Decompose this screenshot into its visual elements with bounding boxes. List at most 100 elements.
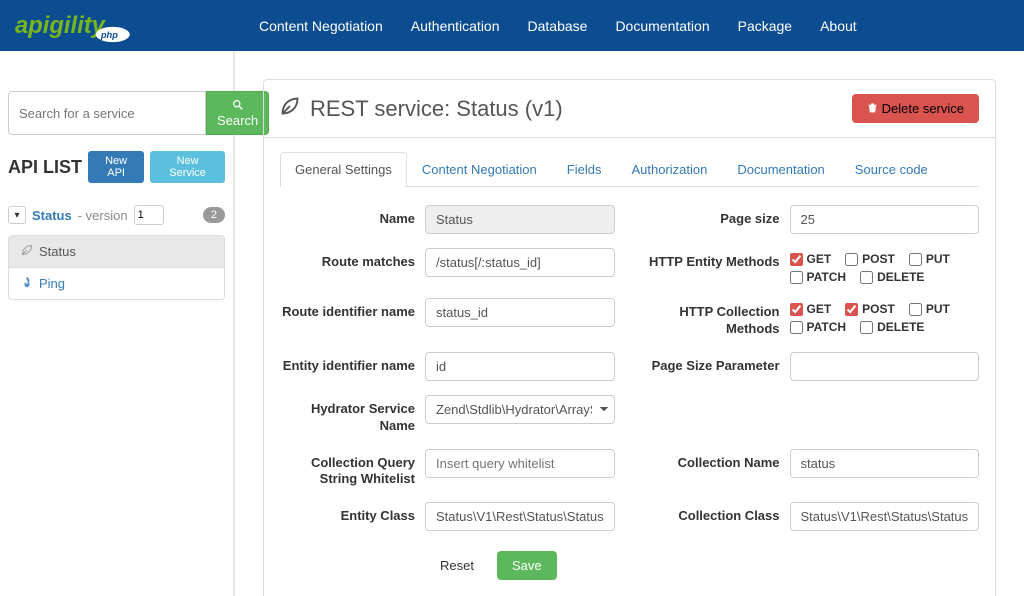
page-size-label: Page size (645, 205, 780, 228)
collection-post[interactable]: POST (845, 302, 895, 316)
entity-put-checkbox[interactable] (909, 253, 922, 266)
collection-put-checkbox[interactable] (909, 303, 922, 316)
collection-post-checkbox[interactable] (845, 303, 858, 316)
row-http-entity: HTTP Entity Methods GET POST PUT PATCH D… (645, 248, 980, 284)
entity-post[interactable]: POST (845, 252, 895, 266)
entity-patch[interactable]: PATCH (790, 270, 847, 284)
cq-whitelist-field[interactable] (425, 449, 615, 478)
apilist-title: API LIST (8, 157, 82, 178)
http-collection-checkboxes: GET POST PUT PATCH DELETE (790, 298, 980, 334)
collection-patch[interactable]: PATCH (790, 320, 847, 334)
entity-get-checkbox[interactable] (790, 253, 803, 266)
form-buttons-row: Reset Save (280, 545, 615, 580)
sidebar-item-ping[interactable]: Ping (9, 267, 224, 299)
entity-class-label: Entity Class (280, 502, 415, 525)
collection-put[interactable]: PUT (909, 302, 950, 316)
sidebar-item-label: Ping (39, 276, 65, 291)
tabs: General Settings Content Negotiation Fie… (280, 152, 979, 187)
route-matches-label: Route matches (280, 248, 415, 271)
entity-post-checkbox[interactable] (845, 253, 858, 266)
row-page-size: Page size (645, 205, 980, 234)
nav-package[interactable]: Package (724, 3, 806, 49)
collection-name-label: Collection Name (645, 449, 780, 472)
service-count-badge: 2 (203, 207, 225, 223)
search-row: Search (8, 91, 225, 135)
panel-body: General Settings Content Negotiation Fie… (264, 138, 995, 596)
svg-text:apigility: apigility (15, 11, 107, 38)
trash-icon (867, 101, 882, 116)
entity-delete-checkbox[interactable] (860, 271, 873, 284)
nav-about[interactable]: About (806, 3, 871, 49)
new-api-button[interactable]: New API (88, 151, 144, 183)
name-label: Name (280, 205, 415, 228)
http-collection-label: HTTP Collection Methods (645, 298, 780, 338)
entity-id-field[interactable] (425, 352, 615, 381)
collection-class-label: Collection Class (645, 502, 780, 525)
method-label: POST (862, 302, 895, 316)
collection-name-field[interactable] (790, 449, 980, 478)
svg-text:php: php (100, 29, 118, 39)
panel-title: REST service: Status (v1) (280, 96, 563, 122)
route-matches-field[interactable] (425, 248, 615, 277)
name-field[interactable] (425, 205, 615, 234)
method-label: PATCH (807, 270, 847, 284)
collection-get[interactable]: GET (790, 302, 832, 316)
nav-database[interactable]: Database (514, 3, 602, 49)
row-entity-class: Entity Class (280, 502, 615, 531)
route-id-field[interactable] (425, 298, 615, 327)
delete-service-button[interactable]: Delete service (852, 94, 979, 123)
method-label: DELETE (877, 270, 924, 284)
entity-class-field[interactable] (425, 502, 615, 531)
reset-button[interactable]: Reset (425, 551, 489, 580)
page-size-param-label: Page Size Parameter (645, 352, 780, 375)
hydrator-label: Hydrator Service Name (280, 395, 415, 435)
brand-logo[interactable]: apigility php (15, 9, 185, 43)
fire-icon (21, 276, 33, 291)
nav-documentation[interactable]: Documentation (601, 3, 723, 49)
sidebar-item-label: Status (39, 244, 76, 259)
chevron-down-icon[interactable]: ▾ (8, 206, 26, 224)
page-size-field[interactable] (790, 205, 980, 234)
api-version-label: - version (78, 208, 128, 223)
hydrator-select[interactable]: Zend\Stdlib\Hydrator\ArraySerializable (425, 395, 615, 424)
service-list: Status Ping (8, 235, 225, 300)
panel-heading: REST service: Status (v1) Delete service (264, 80, 995, 138)
panel-title-text: REST service: Status (v1) (310, 96, 563, 122)
entity-id-label: Entity identifier name (280, 352, 415, 375)
nav-content-negotiation[interactable]: Content Negotiation (245, 3, 397, 49)
row-entity-id: Entity identifier name (280, 352, 615, 381)
http-entity-checkboxes: GET POST PUT PATCH DELETE (790, 248, 980, 284)
http-entity-label: HTTP Entity Methods (645, 248, 780, 271)
collection-get-checkbox[interactable] (790, 303, 803, 316)
row-page-size-param: Page Size Parameter (645, 352, 980, 381)
new-service-button[interactable]: New Service (150, 151, 225, 183)
search-input[interactable] (8, 91, 206, 135)
entity-get[interactable]: GET (790, 252, 832, 266)
page-size-param-field[interactable] (790, 352, 980, 381)
top-nav: apigility php Content Negotiation Authen… (0, 0, 1024, 51)
entity-patch-checkbox[interactable] (790, 271, 803, 284)
collection-delete[interactable]: DELETE (860, 320, 924, 334)
method-label: PUT (926, 252, 950, 266)
collection-class-field[interactable] (790, 502, 980, 531)
sidebar-item-status[interactable]: Status (9, 236, 224, 267)
save-button[interactable]: Save (497, 551, 557, 580)
api-name-link[interactable]: Status (32, 208, 72, 223)
entity-put[interactable]: PUT (909, 252, 950, 266)
collection-delete-checkbox[interactable] (860, 321, 873, 334)
tab-authorization[interactable]: Authorization (616, 152, 722, 186)
tab-content-negotiation[interactable]: Content Negotiation (407, 152, 552, 186)
collection-patch-checkbox[interactable] (790, 321, 803, 334)
entity-delete[interactable]: DELETE (860, 270, 924, 284)
tab-source-code[interactable]: Source code (840, 152, 943, 186)
tab-documentation[interactable]: Documentation (722, 152, 839, 186)
method-label: PATCH (807, 320, 847, 334)
version-select[interactable] (134, 205, 164, 225)
row-collection-class: Collection Class (645, 502, 980, 531)
method-label: GET (807, 302, 832, 316)
nav-authentication[interactable]: Authentication (397, 3, 514, 49)
tab-fields[interactable]: Fields (552, 152, 617, 186)
row-cq-whitelist: Collection Query String Whitelist (280, 449, 615, 489)
sidebar: Search API LIST New API New Service ▾ St… (0, 51, 235, 596)
tab-general-settings[interactable]: General Settings (280, 152, 407, 187)
